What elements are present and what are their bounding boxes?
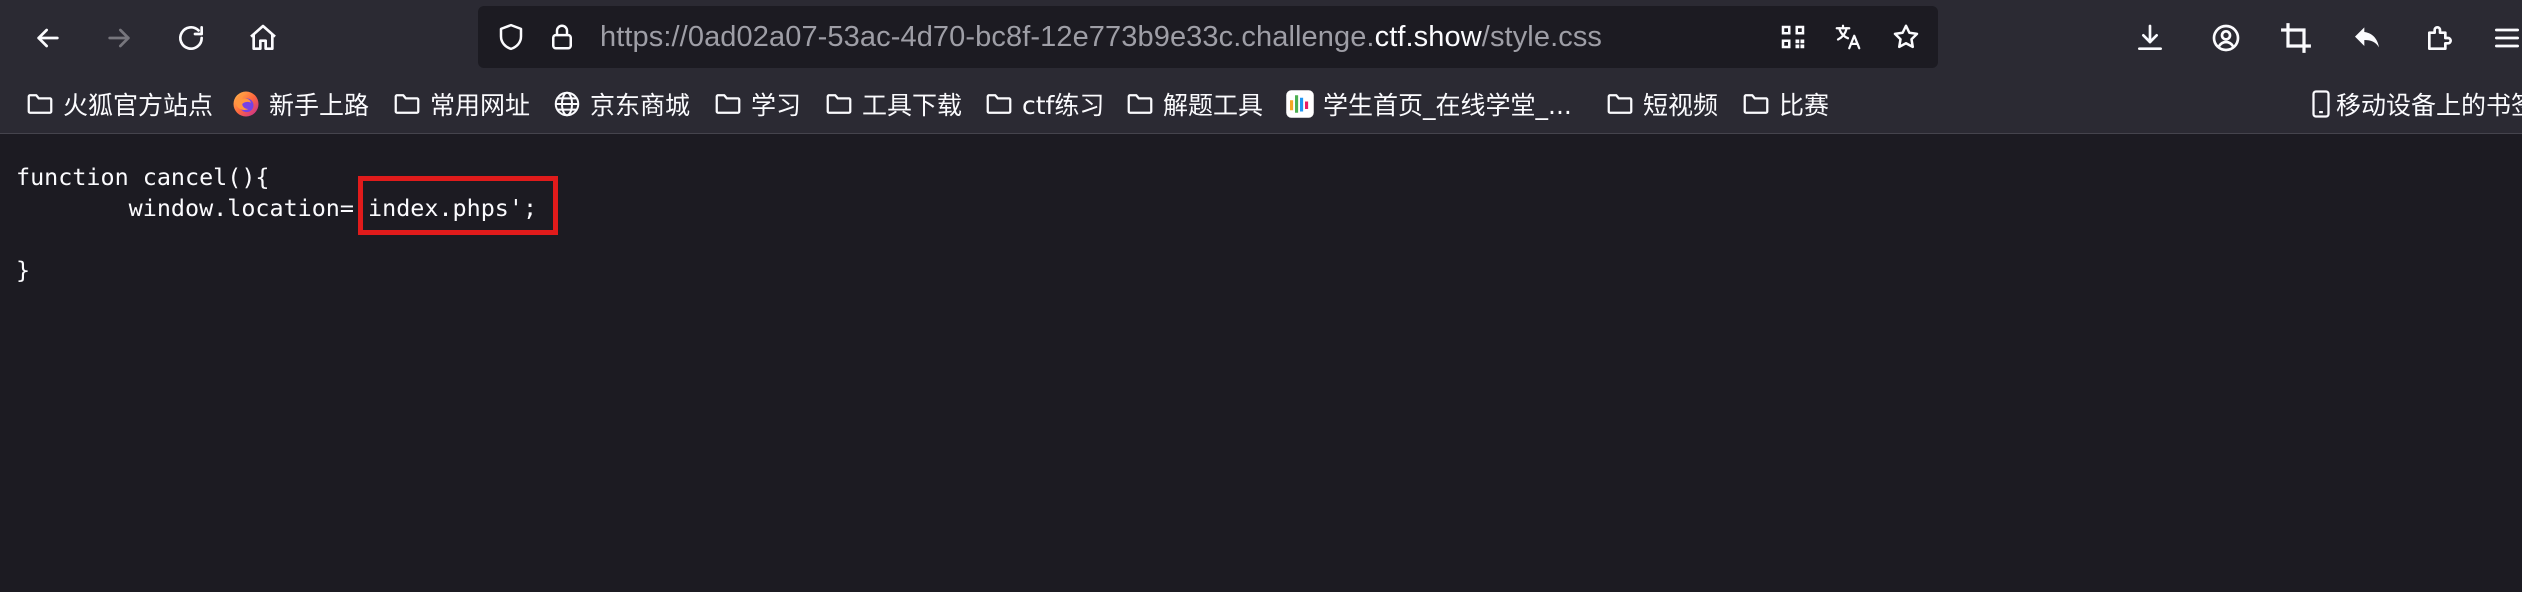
forward-button[interactable] <box>96 15 142 61</box>
account-button[interactable] <box>2203 15 2249 61</box>
url-domain: ctf.show <box>1374 21 1482 53</box>
back-icon <box>37 28 59 48</box>
bookmark-folder-competition[interactable]: 比赛 <box>1741 75 1829 133</box>
home-button[interactable] <box>240 15 286 61</box>
qr-code-button[interactable] <box>1777 21 1809 53</box>
star-icon <box>1893 24 1919 49</box>
folder-icon <box>713 89 743 119</box>
bookmark-folder-ctf-practice[interactable]: ctf练习 <box>984 75 1104 133</box>
tracking-protection-button[interactable] <box>495 21 527 53</box>
bookmark-folder-study[interactable]: 学习 <box>713 75 801 133</box>
bookmark-folder-short-video[interactable]: 短视频 <box>1605 75 1718 133</box>
folder-icon <box>824 89 854 119</box>
app-menu-button[interactable] <box>2484 15 2522 61</box>
site-favicon-icon <box>1285 89 1315 119</box>
bookmark-label: 常用网址 <box>430 91 531 120</box>
back-button[interactable] <box>25 15 71 61</box>
folder-icon <box>25 89 55 119</box>
bookmark-folder-common-sites[interactable]: 常用网址 <box>392 75 530 133</box>
bookmark-folder-solving-tools[interactable]: 解题工具 <box>1125 75 1263 133</box>
bookmark-label: 比赛 <box>1779 91 1830 120</box>
bookmarks-toolbar: 火狐官方站点 新手上路 常用网址 京东商城 学习 工具下载 ctf练习 解题工具… <box>0 75 2522 134</box>
bookmark-label: 学生首页_在线学堂_... <box>1323 91 1572 120</box>
screenshot-button[interactable] <box>2273 15 2319 61</box>
folder-icon <box>1605 89 1635 119</box>
undo-button[interactable] <box>2344 15 2390 61</box>
bookmark-folder-mobile[interactable]: 移动设备上的书签 <box>2310 75 2522 133</box>
globe-icon <box>552 89 582 119</box>
red-highlight-box <box>358 176 558 235</box>
mobile-icon <box>2310 89 2332 119</box>
qr-code-icon <box>1781 25 1805 49</box>
site-info-button[interactable] <box>546 21 578 53</box>
bookmark-label: 解题工具 <box>1163 91 1264 120</box>
home-icon <box>250 24 276 50</box>
translate-button[interactable] <box>1832 21 1864 53</box>
reload-button[interactable] <box>168 15 214 61</box>
bookmark-star-button[interactable] <box>1890 21 1922 53</box>
bookmark-folder-tool-downloads[interactable]: 工具下载 <box>824 75 962 133</box>
menu-icon <box>2495 28 2519 48</box>
bookmark-student-home[interactable]: 学生首页_在线学堂_... <box>1285 75 1572 133</box>
browser-toolbar: https://0ad02a07-53ac-4d70-bc8f-12e773b9… <box>0 0 2522 75</box>
reload-icon <box>179 26 203 50</box>
crop-icon <box>2281 23 2311 53</box>
downloads-button[interactable] <box>2127 15 2173 61</box>
bookmark-folder-firefox-official[interactable]: 火狐官方站点 <box>25 75 213 133</box>
bookmark-label: 短视频 <box>1643 91 1719 120</box>
bookmark-label: 火狐官方站点 <box>63 91 214 120</box>
url-path: /style.css <box>1481 21 1603 53</box>
firefox-icon <box>231 89 261 119</box>
bookmark-label: 工具下载 <box>862 91 963 120</box>
translate-icon <box>1835 24 1861 50</box>
bookmark-label: 学习 <box>751 91 802 120</box>
url-text[interactable]: https://0ad02a07-53ac-4d70-bc8f-12e773b9… <box>600 6 1602 68</box>
extensions-button[interactable] <box>2417 15 2463 61</box>
code-line: function cancel(){ <box>16 163 270 191</box>
lock-icon <box>552 24 572 50</box>
bookmark-label: 新手上路 <box>269 91 370 120</box>
bookmark-jd-mall[interactable]: 京东商城 <box>552 75 690 133</box>
bookmark-label: 移动设备上的书签 <box>2336 91 2522 120</box>
bookmark-label: 京东商城 <box>590 91 691 120</box>
download-icon <box>2138 24 2162 50</box>
url-bar[interactable]: https://0ad02a07-53ac-4d70-bc8f-12e773b9… <box>478 6 1938 68</box>
url-prefix: https://0ad02a07-53ac-4d70-bc8f-12e773b9… <box>600 21 1375 53</box>
bookmark-label: ctf练习 <box>1022 91 1105 120</box>
folder-icon <box>1741 89 1771 119</box>
code-line: } <box>16 256 31 284</box>
bookmark-getting-started[interactable]: 新手上路 <box>231 75 369 133</box>
extensions-icon <box>2428 26 2452 50</box>
undo-icon <box>2355 27 2379 48</box>
folder-icon <box>1125 89 1155 119</box>
shield-icon <box>499 23 523 51</box>
folder-icon <box>984 89 1014 119</box>
forward-icon <box>108 28 130 48</box>
folder-icon <box>392 89 422 119</box>
account-icon <box>2212 24 2240 52</box>
